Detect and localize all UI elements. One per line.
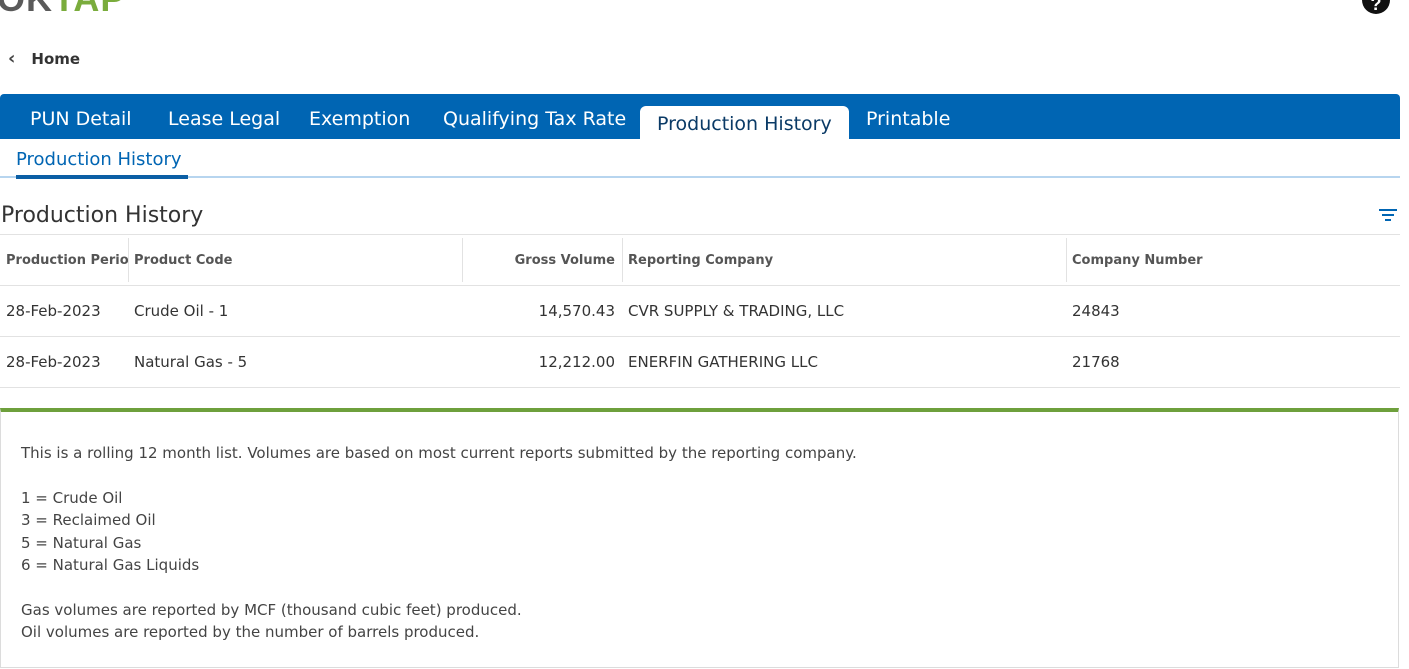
cell-product-code: Crude Oil - 1 bbox=[134, 302, 229, 320]
back-label: Home bbox=[31, 49, 81, 68]
tab-bar: PUN Detail Lease Legal Exemption Qualify… bbox=[0, 94, 1400, 139]
cell-reporting-company: CVR SUPPLY & TRADING, LLC bbox=[628, 302, 845, 320]
tab-printable[interactable]: Printable bbox=[866, 108, 950, 130]
code-legend-item: 5 = Natural Gas bbox=[21, 533, 142, 552]
col-header-reporting-company[interactable]: Reporting Company bbox=[622, 235, 1066, 285]
col-header-gross-volume[interactable]: Gross Volume bbox=[462, 235, 622, 285]
tab-exemption[interactable]: Exemption bbox=[309, 108, 410, 130]
oil-volume-note: Oil volumes are reported by the number o… bbox=[21, 623, 480, 641]
production-grid: Production Period Product Code Gross Vol… bbox=[0, 234, 1400, 388]
chevron-left-icon: ‹ bbox=[8, 48, 16, 69]
subtab-active-indicator bbox=[16, 175, 188, 179]
table-row[interactable]: 28-Feb-2023 Natural Gas - 5 12,212.00 EN… bbox=[0, 337, 1400, 388]
code-legend-item: 6 = Natural Gas Liquids bbox=[21, 556, 200, 574]
logo-tap: TAP bbox=[53, 0, 125, 19]
cell-company-number: 21768 bbox=[1072, 353, 1120, 371]
col-header-company-number[interactable]: Company Number bbox=[1066, 235, 1400, 285]
subtab-production-history[interactable]: Production History bbox=[16, 149, 182, 170]
help-icon[interactable]: ? bbox=[1362, 0, 1390, 14]
cell-gross-volume: 14,570.43 bbox=[538, 302, 615, 320]
col-header-product-code[interactable]: Product Code bbox=[128, 235, 462, 285]
gas-volume-note: Gas volumes are reported by MCF (thousan… bbox=[21, 600, 522, 619]
tab-lease-legal[interactable]: Lease Legal bbox=[168, 108, 280, 130]
cell-production-period: 28-Feb-2023 bbox=[6, 353, 101, 371]
cell-product-code: Natural Gas - 5 bbox=[134, 353, 248, 371]
subtab-divider bbox=[0, 176, 1400, 178]
tab-production-history[interactable]: Production History bbox=[640, 106, 849, 139]
cell-production-period: 28-Feb-2023 bbox=[6, 302, 101, 320]
cell-company-number: 24843 bbox=[1072, 302, 1120, 320]
tab-pun-detail[interactable]: PUN Detail bbox=[30, 108, 132, 130]
section-title: Production History bbox=[1, 203, 204, 228]
grid-header: Production Period Product Code Gross Vol… bbox=[0, 235, 1400, 286]
oktap-logo[interactable]: OKTAP bbox=[0, 0, 125, 20]
tab-qualifying-tax-rate[interactable]: Qualifying Tax Rate bbox=[443, 108, 626, 130]
cell-reporting-company: ENERFIN GATHERING LLC bbox=[628, 353, 818, 371]
notes-panel: This is a rolling 12 month list. Volumes… bbox=[0, 408, 1399, 668]
code-legend-item: 1 = Crude Oil bbox=[21, 488, 123, 507]
col-header-production-period[interactable]: Production Period bbox=[0, 235, 128, 285]
table-row[interactable]: 28-Feb-2023 Crude Oil - 1 14,570.43 CVR … bbox=[0, 286, 1400, 337]
code-legend-item: 3 = Reclaimed Oil bbox=[21, 511, 156, 529]
logo-ok: OK bbox=[0, 0, 53, 19]
cell-gross-volume: 12,212.00 bbox=[538, 353, 615, 371]
notes-intro: This is a rolling 12 month list. Volumes… bbox=[21, 444, 857, 462]
back-home-link[interactable]: ‹ Home bbox=[8, 48, 80, 69]
filter-icon[interactable] bbox=[1379, 209, 1397, 223]
